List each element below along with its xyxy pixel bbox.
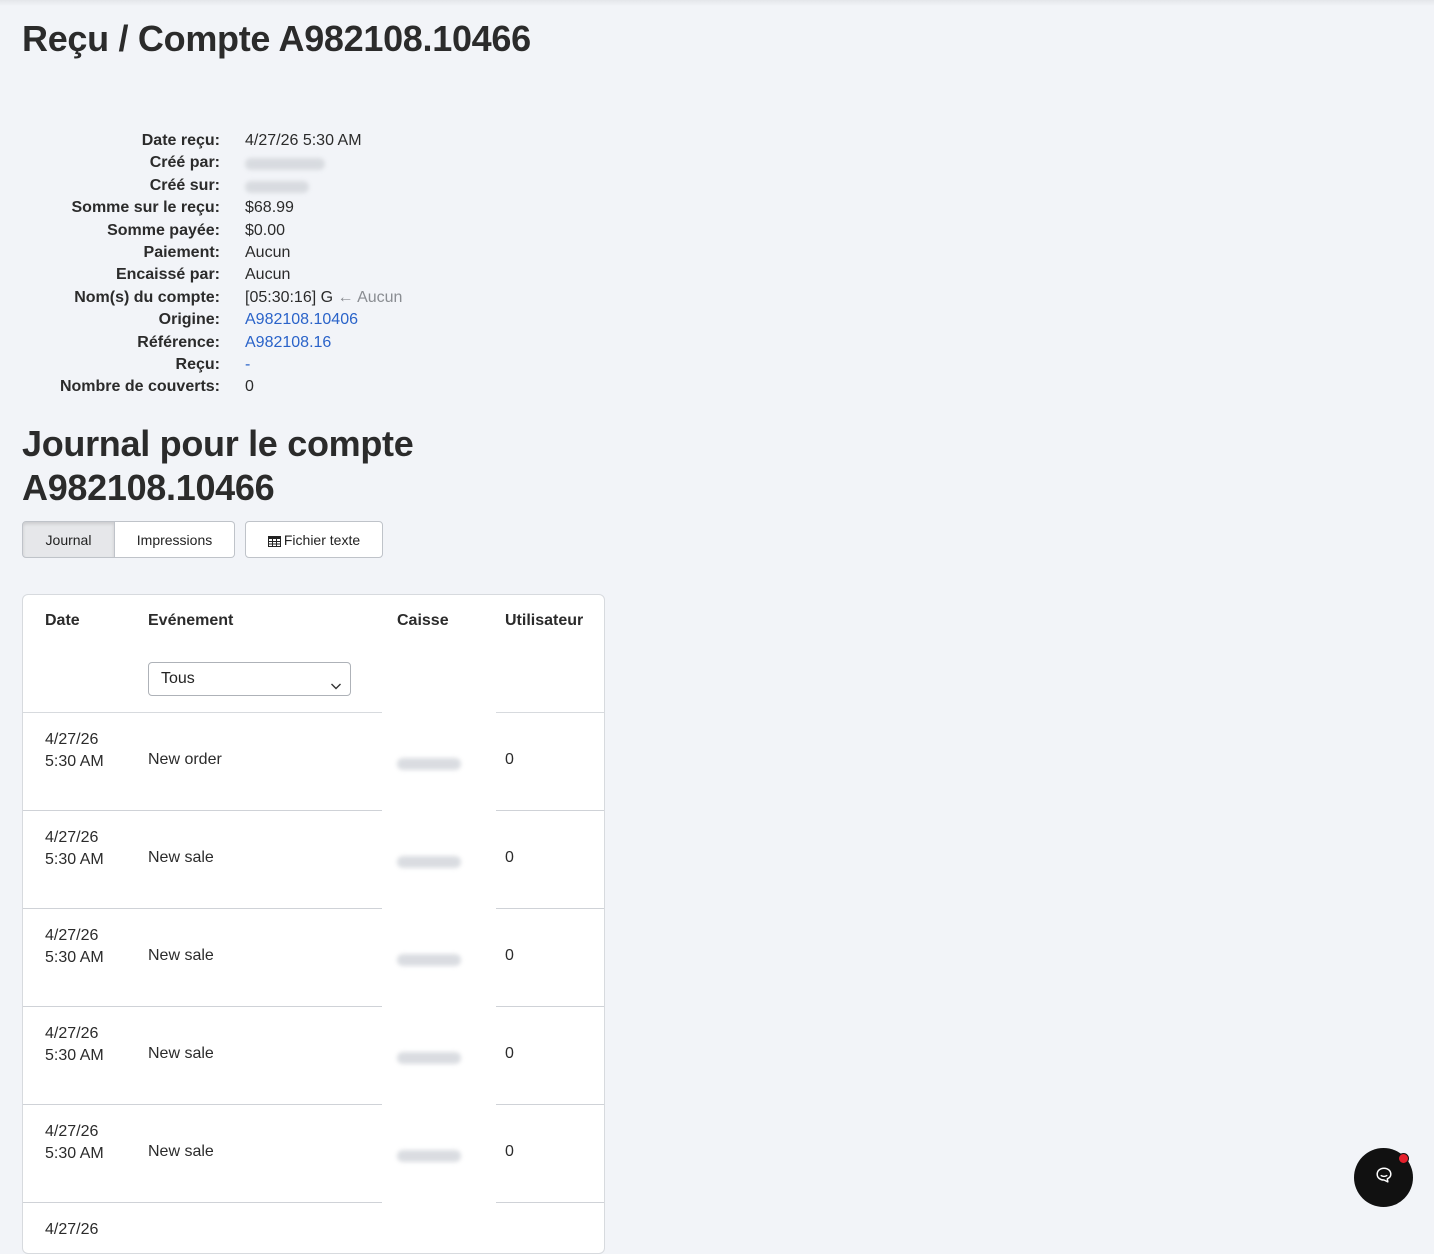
row-event: New sale [148,1143,214,1160]
receipt-details: Date reçu: 4/27/26 5:30 AM Créé par: Cré… [22,130,622,399]
detail-row-receipt-sum: Somme sur le reçu: $68.99 [22,197,622,219]
receipt-link[interactable]: - [245,354,250,376]
account-name-value: [05:30:16] G ← Aucun [245,287,402,309]
export-text-file-button[interactable]: Fichier texte [245,521,383,558]
reference-link[interactable]: A982108.16 [245,332,331,354]
detail-row-created-by: Créé par: [22,152,622,174]
detail-value: 4/27/26 5:30 AM [245,132,362,149]
detail-row-payment: Paiement: Aucun [22,242,622,264]
table-header: Date Evénement Caisse Utilisateur Tous [23,595,604,713]
column-header-event: Evénement [148,612,234,629]
row-register-blurred [397,1051,461,1069]
detail-label: Paiement: [143,243,220,261]
notification-dot [1398,1153,1409,1164]
table-row[interactable]: 4/27/26 5:30 AM New sale 0 [23,909,604,1007]
detail-label: Créé sur: [149,176,220,194]
table-row[interactable]: 4/27/26 5:30 AM New sale 0 [23,1105,604,1203]
row-event: New sale [148,947,214,964]
blurred-value [245,152,325,177]
origin-link[interactable]: A982108.10406 [245,309,358,331]
tab-journal[interactable]: Journal [22,521,115,558]
detail-label: Nom(s) du compte: [74,288,220,306]
detail-label: Nombre de couverts: [59,378,220,396]
table-icon [267,534,281,547]
detail-label: Encaissé par: [115,266,220,284]
detail-label: Somme sur le reçu: [71,199,221,217]
detail-row-account-names: Nom(s) du compte: [05:30:16] G ← Aucun [22,287,622,309]
table-row[interactable]: 4/27/26 5:30 AM New sale 0 [23,811,604,909]
detail-row-reference: Référence: A982108.16 [22,332,622,354]
event-filter-select[interactable]: Tous [148,662,351,696]
row-date: 4/27/26 5:30 AM [45,829,104,868]
chevron-down-icon [330,672,342,690]
export-label: Fichier texte [283,531,361,548]
tab-impressions[interactable]: Impressions [115,521,235,558]
row-register-blurred [397,855,461,873]
detail-label: Somme payée: [107,221,220,239]
row-register-blurred [397,1149,461,1167]
top-shadow [0,0,1434,6]
detail-value: $68.99 [245,199,294,217]
row-user: 0 [505,1045,514,1062]
column-header-user: Utilisateur [505,612,584,629]
detail-row-paid-sum: Somme payée: $0.00 [22,220,622,242]
event-filter-value: Tous [161,670,195,687]
chat-bubble-icon [1375,1166,1393,1189]
row-event: New order [148,751,222,768]
detail-row-created-on: Créé sur: [22,175,622,197]
table-row[interactable]: 4/27/26 [23,1203,604,1253]
journal-table: Date Evénement Caisse Utilisateur Tous 4… [22,594,605,1254]
detail-row-cashed-by: Encaissé par: Aucun [22,264,622,286]
detail-label: Référence: [137,333,220,351]
journal-toolbar: Journal Impressions Fichier texte [22,521,383,558]
row-event: New sale [148,1045,214,1062]
journal-title: Journal pour le compte A982108.10466 [22,423,414,508]
column-header-register: Caisse [397,612,449,629]
account-name: [05:30:16] G [245,288,334,306]
row-date: 4/27/26 5:30 AM [45,1025,104,1064]
detail-value: $0.00 [245,221,286,239]
arrow-left-icon: ← [337,288,354,306]
detail-value: Aucun [245,266,291,284]
row-date: 4/27/26 [45,1221,99,1238]
table-row[interactable]: 4/27/26 5:30 AM New order 0 [23,713,604,811]
detail-value: Aucun [245,243,291,261]
detail-row-covers: Nombre de couverts: 0 [22,376,622,398]
detail-label: Date reçu: [141,132,220,149]
detail-label: Reçu: [175,355,220,373]
row-user: 0 [505,849,514,866]
previous-account-name: Aucun [357,288,403,306]
detail-row-origin: Origine: A982108.10406 [22,309,622,331]
page-title: Reçu / Compte A982108.10466 [22,18,531,59]
row-register-blurred [397,757,461,775]
row-event: New sale [148,849,214,866]
chat-launcher-button[interactable] [1354,1148,1413,1207]
row-date: 4/27/26 5:30 AM [45,731,104,770]
row-user: 0 [505,751,514,768]
row-date: 4/27/26 5:30 AM [45,1123,104,1162]
detail-label: Créé par: [149,154,220,172]
row-user: 0 [505,1143,514,1160]
column-header-date: Date [45,612,80,629]
detail-value: 0 [245,378,254,396]
row-date: 4/27/26 5:30 AM [45,927,104,966]
detail-label: Origine: [158,311,220,329]
detail-row-receipt: Reçu: - [22,354,622,376]
table-row[interactable]: 4/27/26 5:30 AM New sale 0 [23,1007,604,1105]
blurred-value [245,175,309,200]
detail-row-date: Date reçu: 4/27/26 5:30 AM [22,130,622,152]
row-register-blurred [397,953,461,971]
row-user: 0 [505,947,514,964]
